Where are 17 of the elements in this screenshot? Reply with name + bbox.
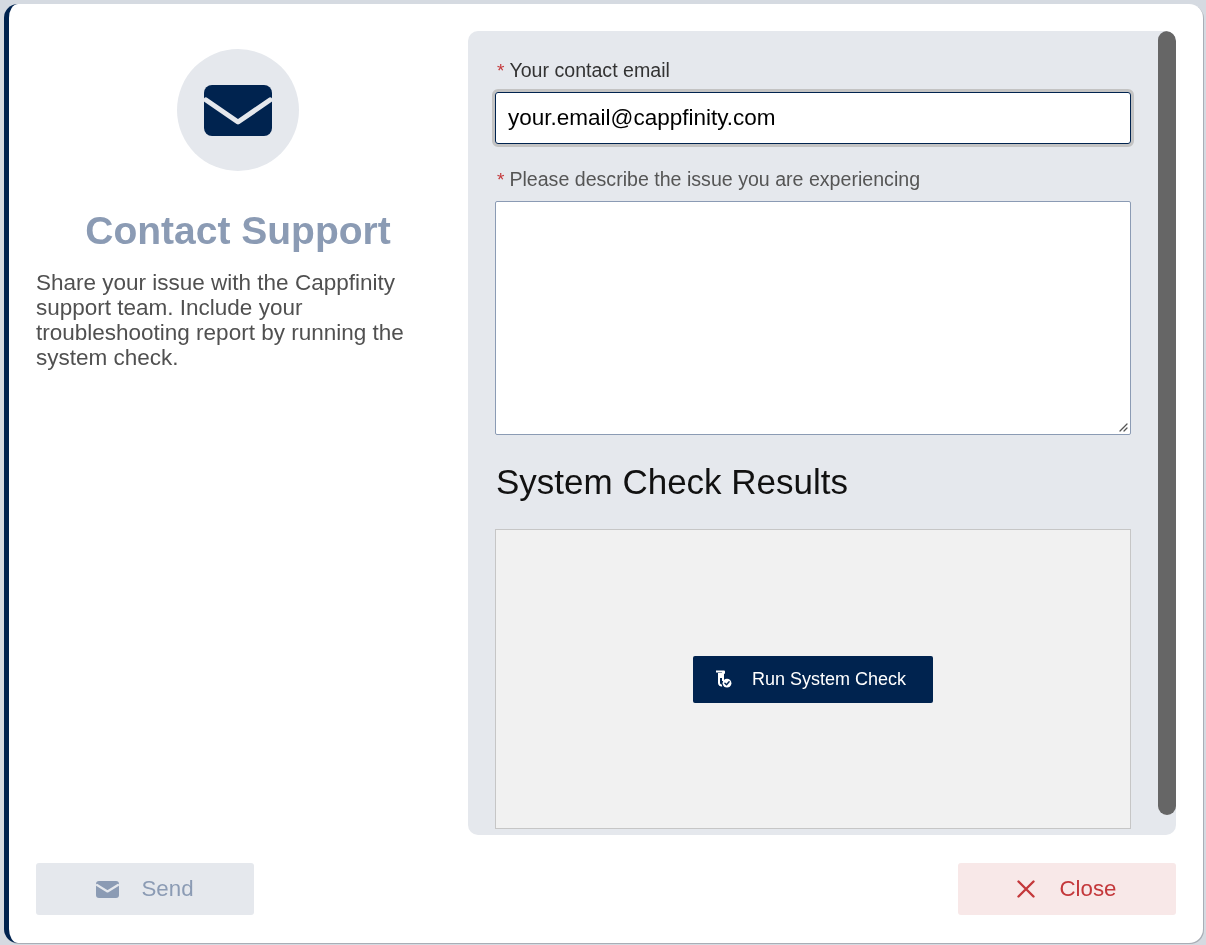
envelope-icon — [177, 49, 299, 171]
required-mark: * — [497, 169, 505, 191]
run-system-check-button[interactable]: Run System Check — [693, 655, 933, 703]
dialog-description: Share your issue with the Cappfinity support team. Include your troubleshooting report by running the system check. — [36, 270, 405, 370]
field-label: Please describe the issue you are experiencing — [509, 168, 921, 190]
close-button[interactable]: Close — [958, 863, 1176, 915]
close-icon — [1017, 880, 1036, 898]
envelope-icon — [96, 880, 120, 898]
section-heading: System Check Results — [495, 463, 850, 501]
resize-grip-icon[interactable] — [1119, 423, 1128, 432]
field-label: Your contact email — [509, 59, 670, 81]
required-mark: * — [497, 60, 505, 82]
test-tube-check-icon — [713, 670, 732, 688]
email-field[interactable]: your.email@cappfinity.com — [492, 89, 1134, 147]
description-field[interactable] — [495, 201, 1131, 435]
scrollbar-thumb[interactable] — [1158, 31, 1176, 815]
dialog-title: Contact Support — [85, 208, 391, 254]
